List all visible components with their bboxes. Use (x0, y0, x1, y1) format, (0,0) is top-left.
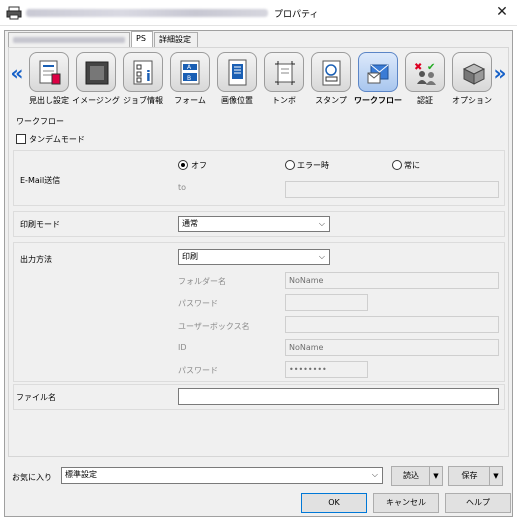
output-method-label: 出力方法 (20, 255, 52, 264)
favorites-label: お気に入り (12, 473, 52, 482)
print-mode-label: 印刷モード (20, 220, 60, 229)
save-button[interactable]: 保存 ▼ (448, 466, 503, 486)
save-menu-arrow-icon[interactable]: ▼ (489, 467, 502, 485)
help-button[interactable]: ヘルプ (445, 493, 511, 513)
chevron-down-icon: ⌵ (371, 470, 378, 479)
form-icon: AB (180, 60, 200, 85)
scroll-left-button[interactable]: « (10, 62, 24, 84)
category-label: オプション (452, 96, 492, 105)
email-on-error-label: エラー時 (297, 161, 329, 170)
tandem-mode-label: タンデムモード (29, 135, 85, 144)
email-label: E-Mail送信 (20, 176, 61, 185)
email-to-label: to (178, 183, 187, 192)
load-menu-arrow-icon[interactable]: ▼ (429, 467, 442, 485)
image-position-icon (228, 59, 247, 86)
cancel-button[interactable]: キャンセル (373, 493, 439, 513)
password2-label: パスワード (178, 366, 218, 375)
redacted-title (26, 9, 268, 17)
authentication-icon: ✖ ✔ (414, 62, 436, 85)
password-field[interactable] (285, 294, 368, 311)
filename-field[interactable] (178, 388, 499, 405)
window-title: プロパティ (274, 10, 319, 20)
chevron-down-icon: ⌵ (318, 219, 325, 228)
email-off-label: オフ (191, 161, 207, 170)
tab-advanced-settings[interactable]: 詳細設定 (154, 32, 198, 47)
imaging-icon (85, 61, 109, 85)
svg-text:i: i (146, 69, 151, 85)
header-settings-icon (39, 60, 61, 85)
ok-button[interactable]: OK (301, 493, 367, 513)
stamp-icon (322, 60, 341, 86)
category-toolbar: 見出し設定 イメージング i ジョブ情報 AB フォーム 画像位置 トンボ スタ… (25, 50, 492, 108)
load-label: 読込 (403, 471, 419, 480)
email-on-error-radio[interactable] (285, 160, 295, 170)
load-button[interactable]: 読込 ▼ (391, 466, 443, 486)
folder-name-label: フォルダー名 (178, 277, 226, 286)
id-label: ID (178, 343, 187, 352)
chevron-down-icon: ⌵ (318, 252, 325, 261)
job-info-icon: i (133, 60, 153, 85)
save-label: 保存 (461, 471, 478, 480)
workflow-icon (367, 64, 389, 84)
tab-redacted[interactable] (8, 32, 130, 47)
title-bar: プロパティ ✕ (0, 0, 517, 26)
tandem-mode-checkbox[interactable] (16, 134, 26, 144)
email-always-radio[interactable] (392, 160, 402, 170)
email-off-radio[interactable] (178, 160, 188, 170)
workflow-group-title: ワークフロー (16, 117, 64, 126)
svg-text:B: B (187, 75, 191, 82)
password2-field[interactable]: •••••••• (285, 361, 368, 378)
category-options[interactable]: オプション (448, 50, 496, 108)
filename-label: ファイル名 (16, 393, 56, 402)
printer-icon (6, 6, 22, 20)
output-method-value: 印刷 (182, 252, 198, 261)
output-method-select[interactable]: 印刷 ⌵ (178, 249, 330, 265)
user-box-name-label: ユーザーボックス名 (178, 322, 250, 331)
favorites-value: 標準設定 (65, 470, 97, 479)
folder-name-field[interactable]: NoName (285, 272, 499, 289)
options-icon (462, 63, 485, 85)
crop-marks-icon (275, 61, 295, 85)
email-always-label: 常に (404, 161, 420, 170)
password-label: パスワード (178, 299, 218, 308)
print-mode-value: 通常 (182, 219, 198, 228)
id-field[interactable]: NoName (285, 339, 499, 356)
favorites-select[interactable]: 標準設定 ⌵ (61, 467, 383, 484)
user-box-name-field[interactable] (285, 316, 499, 333)
tab-ps[interactable]: PS (131, 31, 153, 47)
svg-text:✔: ✔ (427, 62, 435, 73)
close-button[interactable]: ✕ (487, 0, 517, 26)
email-to-field[interactable] (285, 181, 499, 198)
print-mode-select[interactable]: 通常 ⌵ (178, 216, 330, 232)
